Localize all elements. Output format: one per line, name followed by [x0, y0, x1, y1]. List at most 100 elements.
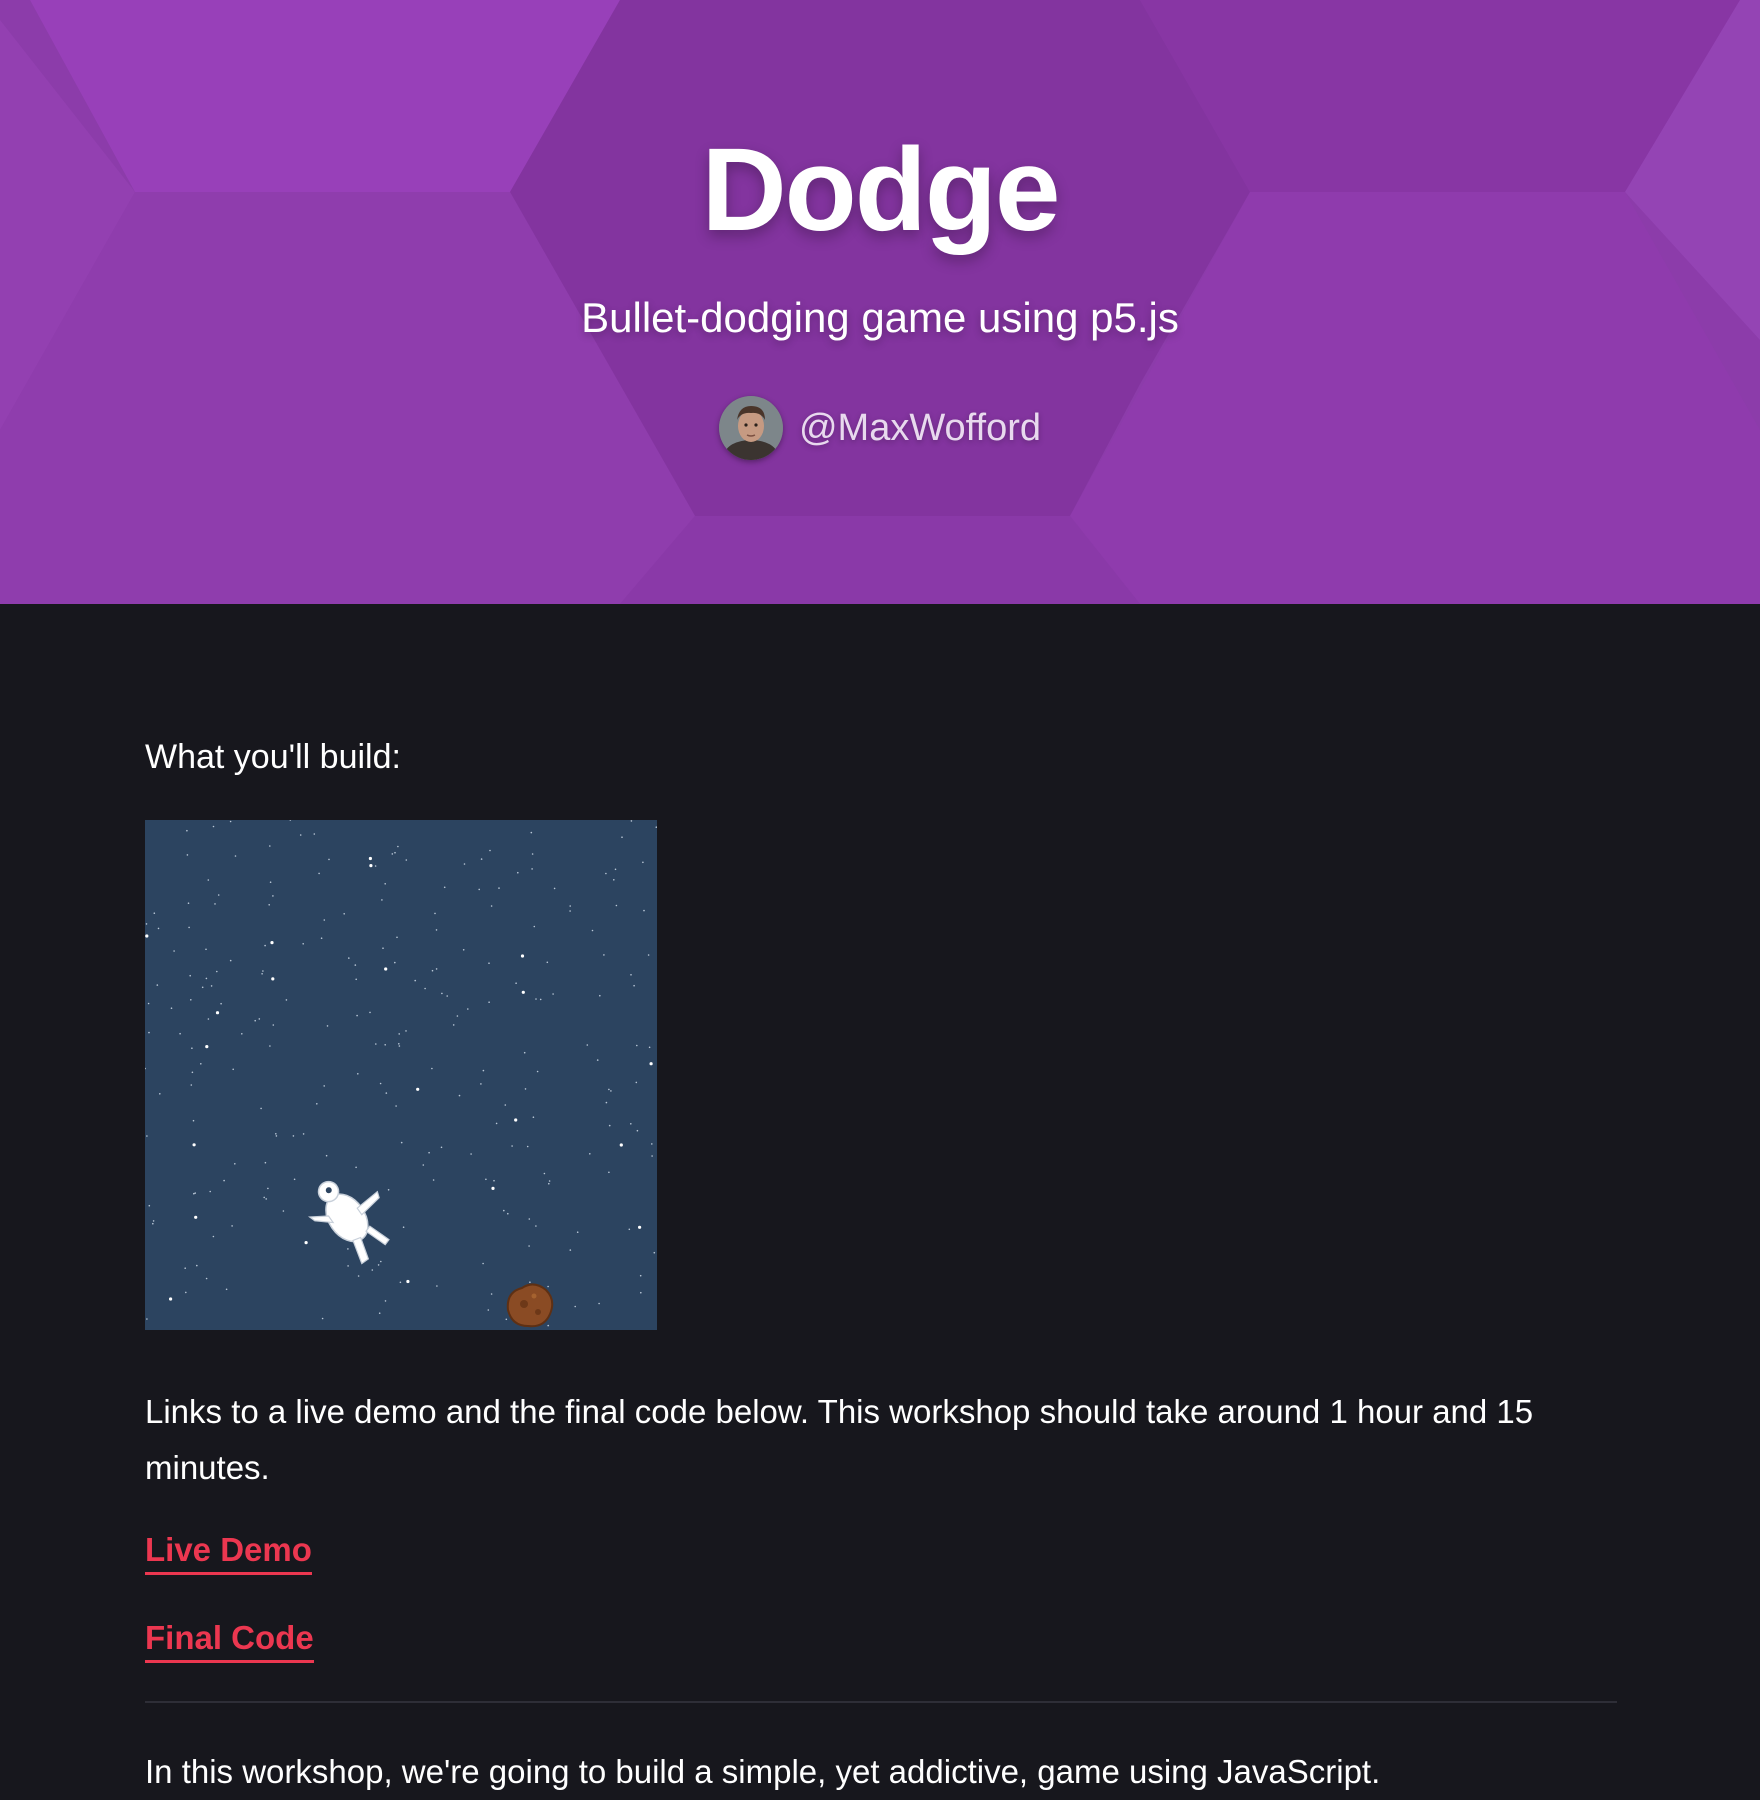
- star: [152, 1220, 155, 1222]
- star: [368, 856, 372, 861]
- star: [547, 1324, 549, 1327]
- star: [320, 937, 323, 939]
- star: [384, 1300, 387, 1302]
- star: [193, 1192, 195, 1195]
- star: [596, 1059, 599, 1061]
- star: [354, 964, 357, 966]
- star: [234, 1163, 236, 1165]
- star: [498, 887, 500, 889]
- star: [608, 1088, 610, 1091]
- star: [169, 1297, 173, 1301]
- star: [539, 998, 542, 1001]
- star: [357, 1275, 360, 1277]
- star: [196, 1264, 198, 1267]
- star: [148, 1031, 150, 1034]
- star: [495, 1122, 498, 1125]
- star: [267, 1187, 269, 1190]
- star: [377, 1264, 380, 1266]
- star: [261, 973, 263, 975]
- final-code-link[interactable]: Final Code: [145, 1618, 314, 1663]
- star: [205, 1045, 209, 1049]
- star: [269, 845, 271, 847]
- star: [504, 1104, 507, 1106]
- star: [608, 1171, 610, 1174]
- star: [603, 954, 605, 956]
- page-title: Dodge: [701, 124, 1060, 256]
- star: [635, 1081, 638, 1084]
- star: [225, 1288, 228, 1291]
- avatar[interactable]: [718, 396, 783, 460]
- star: [443, 886, 446, 889]
- star: [285, 999, 288, 1001]
- star: [621, 836, 623, 838]
- star: [270, 941, 274, 945]
- asteroid-icon: [506, 1283, 554, 1328]
- author-username-link[interactable]: @MaxWofford: [799, 407, 1041, 450]
- star: [229, 959, 232, 962]
- star: [482, 1069, 485, 1072]
- star: [548, 1180, 551, 1182]
- star: [441, 992, 443, 995]
- star: [599, 994, 601, 997]
- star: [209, 1190, 211, 1193]
- star: [205, 1277, 208, 1280]
- star: [214, 903, 216, 905]
- star: [569, 905, 571, 907]
- star: [263, 1196, 265, 1199]
- star: [153, 912, 156, 914]
- star: [398, 1033, 400, 1035]
- star: [507, 1212, 509, 1215]
- live-demo-link[interactable]: Live Demo: [145, 1530, 312, 1575]
- workshop-description: Links to a live demo and the final code …: [145, 1393, 1534, 1486]
- star: [569, 910, 571, 912]
- star: [533, 925, 536, 928]
- star: [485, 1178, 487, 1181]
- star: [396, 936, 398, 939]
- star: [170, 1007, 173, 1009]
- author-byline[interactable]: @MaxWofford: [0, 396, 1760, 460]
- star: [159, 1093, 161, 1095]
- star: [490, 905, 493, 907]
- star: [262, 970, 264, 972]
- star: [302, 943, 304, 945]
- author-avatar-icon: [718, 396, 783, 460]
- star: [402, 1226, 405, 1228]
- star: [380, 1260, 382, 1263]
- star: [384, 1044, 386, 1046]
- star: [381, 899, 383, 901]
- star: [529, 1281, 531, 1283]
- star: [269, 881, 272, 883]
- star: [325, 1154, 328, 1157]
- star: [264, 944, 266, 947]
- star: [260, 1107, 262, 1110]
- star: [194, 1192, 196, 1194]
- star: [395, 1105, 397, 1107]
- star: [258, 1018, 261, 1020]
- star: [187, 902, 190, 904]
- star: [304, 1241, 308, 1245]
- star: [394, 851, 396, 854]
- star: [217, 894, 220, 896]
- star: [205, 948, 207, 951]
- star: [463, 863, 466, 865]
- star: [649, 1062, 653, 1066]
- star: [435, 968, 438, 970]
- star: [605, 872, 607, 875]
- star: [271, 977, 275, 981]
- star: [436, 1285, 438, 1287]
- star: [633, 984, 635, 987]
- star: [399, 1281, 402, 1284]
- star: [268, 904, 270, 906]
- star: [190, 1084, 193, 1086]
- page-subtitle: Bullet-dodging game using p5.js: [581, 294, 1179, 341]
- star: [355, 1166, 357, 1169]
- star: [194, 1215, 198, 1219]
- star: [528, 1245, 530, 1247]
- star: [531, 868, 533, 870]
- star: [515, 982, 517, 984]
- star: [192, 1143, 196, 1147]
- star: [147, 1002, 150, 1005]
- star: [458, 1094, 461, 1097]
- star: [272, 1024, 275, 1026]
- star: [394, 961, 396, 964]
